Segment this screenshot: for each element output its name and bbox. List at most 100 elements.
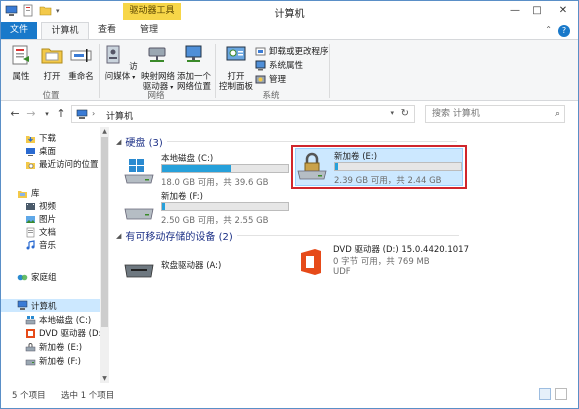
control-panel-icon (226, 46, 246, 61)
nav-label: 新加卷 (F:) (39, 357, 81, 367)
drive-free-space: 18.0 GB 可用，共 39.6 GB (161, 178, 269, 188)
drive-name: DVD 驱动器 (D:) 15.0.4420.1017 (333, 245, 469, 255)
windows-drive-icon (124, 159, 154, 184)
nav-item-vol-f[interactable]: 新加卷 (F:) (25, 355, 81, 367)
nav-item-documents[interactable]: 文档 (25, 226, 56, 238)
address-dropdown-icon[interactable]: ▾ (390, 109, 394, 117)
address-bar-row: ← → ▾ ↑ › 计算机 ▾ ↻ ⌕ (1, 102, 578, 126)
drive-item-a[interactable]: 软盘驱动器 (A:) (123, 247, 291, 291)
refresh-icon[interactable]: ↻ (401, 108, 409, 119)
details-view-icon[interactable] (539, 388, 551, 400)
maximize-icon[interactable]: □ (526, 1, 548, 21)
open-label: 打开 (43, 72, 61, 82)
pictures-icon (26, 215, 35, 223)
content-pane: ◢ 硬盘 (3) 本地磁盘 (C:) 18.0 GB 可用，共 39.6 GB … (113, 127, 577, 383)
manage-icon (255, 75, 266, 83)
rename-button[interactable]: 重命名 (67, 43, 95, 82)
music-icon (26, 239, 35, 249)
nav-item-pictures[interactable]: 图片 (25, 213, 56, 225)
search-input[interactable] (430, 107, 548, 121)
nav-item-libraries[interactable]: 库 (17, 187, 40, 199)
nav-item-videos[interactable]: 视频 (25, 200, 56, 212)
open-control-panel-button[interactable]: 打开 控制面板 (219, 43, 253, 92)
breadcrumb[interactable]: 计算机 (106, 109, 133, 122)
nav-item-local-c[interactable]: 本地磁盘 (C:) (25, 314, 91, 326)
nav-item-vol-e[interactable]: 新加卷 (E:) (25, 341, 82, 353)
recent-locations-icon[interactable]: ▾ (41, 108, 53, 120)
documents-icon (26, 227, 35, 237)
drive-item-e[interactable]: 新加卷 (E:) 2.39 GB 可用，共 2.44 GB (295, 148, 463, 186)
tab-computer[interactable]: 计算机 (41, 22, 89, 40)
open-button[interactable]: 打开 (39, 43, 65, 82)
tab-manage[interactable]: 管理 (129, 22, 169, 39)
minimize-icon[interactable]: — (504, 1, 526, 21)
window-controls: — □ ✕ (504, 1, 578, 21)
libraries-icon (18, 190, 27, 198)
manage-button[interactable]: 管理 (255, 73, 286, 85)
nav-item-music[interactable]: 音乐 (25, 239, 56, 251)
explorer-window: ▾ 驱动器工具 计算机 — □ ✕ 文件 计算机 查看 管理 ? ⌃ 属性 打开… (0, 0, 579, 409)
uninstall-icon (255, 47, 266, 55)
drive-free-space: 2.39 GB 可用，共 2.44 GB (334, 176, 442, 186)
map-drive-label-1: 映射网络 (140, 72, 175, 82)
group-label-location: 位置 (42, 91, 60, 101)
item-count: 5 个项目 (12, 391, 46, 401)
section-title: 有可移动存储的设备 (2) (125, 232, 233, 243)
forward-icon[interactable]: → (25, 108, 37, 120)
add-location-label-1: 添加一个 (176, 72, 211, 82)
downloads-icon (26, 135, 35, 143)
capacity-fill (335, 163, 338, 170)
up-icon[interactable]: ↑ (55, 108, 67, 120)
ribbon: 属性 打开 重命名 位置 访问媒体 ▾ 映射网络 驱动器 ▾ 添加一个 网络位置… (1, 39, 578, 101)
ribbon-collapse-icon[interactable]: ⌃ (545, 25, 552, 34)
nav-item-downloads[interactable]: 下载 (25, 132, 56, 144)
drive-icon (124, 208, 154, 220)
recent-places-icon (26, 161, 35, 169)
uninstall-programs-button[interactable]: 卸载或更改程序 (255, 45, 329, 57)
tiles-view-icon[interactable] (555, 388, 567, 400)
close-icon[interactable]: ✕ (548, 1, 578, 21)
scroll-thumb[interactable] (101, 137, 108, 327)
capacity-fill (162, 165, 231, 172)
map-network-drive-button[interactable]: 映射网络 驱动器 ▾ (139, 43, 177, 93)
system-properties-icon (255, 60, 266, 70)
nav-item-computer[interactable]: 计算机 (1, 299, 100, 312)
section-title: 硬盘 (3) (125, 138, 163, 149)
nav-label: 音乐 (39, 241, 57, 251)
system-properties-button[interactable]: 系统属性 (255, 59, 303, 71)
collapse-icon: ◢ (116, 137, 122, 146)
add-network-location-button[interactable]: 添加一个 网络位置 (175, 43, 213, 92)
address-box[interactable]: › 计算机 ▾ ↻ (71, 105, 415, 123)
drive-name: 新加卷 (F:) (161, 192, 203, 202)
tab-view[interactable]: 查看 (89, 22, 125, 39)
help-icon[interactable]: ? (558, 25, 570, 37)
ribbon-separator (215, 44, 216, 98)
drive-name: 软盘驱动器 (A:) (161, 261, 222, 271)
section-removable[interactable]: ◢ 有可移动存储的设备 (2) (116, 228, 459, 243)
search-icon[interactable]: ⌕ (555, 109, 560, 119)
ribbon-separator (329, 44, 330, 98)
properties-button[interactable]: 属性 (8, 43, 34, 82)
uninstall-label: 卸载或更改程序 (269, 47, 329, 57)
nav-item-homegroup[interactable]: 家庭组 (17, 271, 57, 283)
drive-item-f[interactable]: 新加卷 (F:) 2.50 GB 可用，共 2.55 GB (123, 189, 291, 233)
nav-scrollbar[interactable]: ▲ ▼ (100, 127, 109, 383)
drive-name: 新加卷 (E:) (334, 152, 378, 162)
drive-free-space: 0 字节 可用，共 769 MB (333, 257, 430, 267)
status-bar: 5 个项目 选中 1 个项目 (1, 383, 578, 408)
drive-name: 本地磁盘 (C:) (161, 154, 214, 164)
scroll-down-icon[interactable]: ▼ (100, 374, 109, 383)
group-label-network: 网络 (147, 91, 165, 101)
rename-label: 重命名 (68, 72, 94, 82)
access-media-button[interactable]: 访问媒体 ▾ (102, 43, 138, 83)
drive-item-d[interactable]: DVD 驱动器 (D:) 15.0.4420.1017 0 字节 可用，共 76… (295, 242, 495, 286)
scroll-up-icon[interactable]: ▲ (100, 127, 109, 136)
drive-free-space: 2.50 GB 可用，共 2.55 GB (161, 216, 269, 226)
nav-item-desktop[interactable]: 桌面 (25, 145, 56, 157)
nav-item-dvd-d[interactable]: DVD 驱动器 (D:) (25, 327, 105, 339)
tab-file[interactable]: 文件 (1, 22, 37, 39)
nav-item-recent[interactable]: 最近访问的位置 (25, 158, 99, 170)
breadcrumb-separator-icon[interactable]: › (92, 109, 95, 118)
back-icon[interactable]: ← (9, 108, 21, 120)
computer-icon (17, 300, 28, 310)
